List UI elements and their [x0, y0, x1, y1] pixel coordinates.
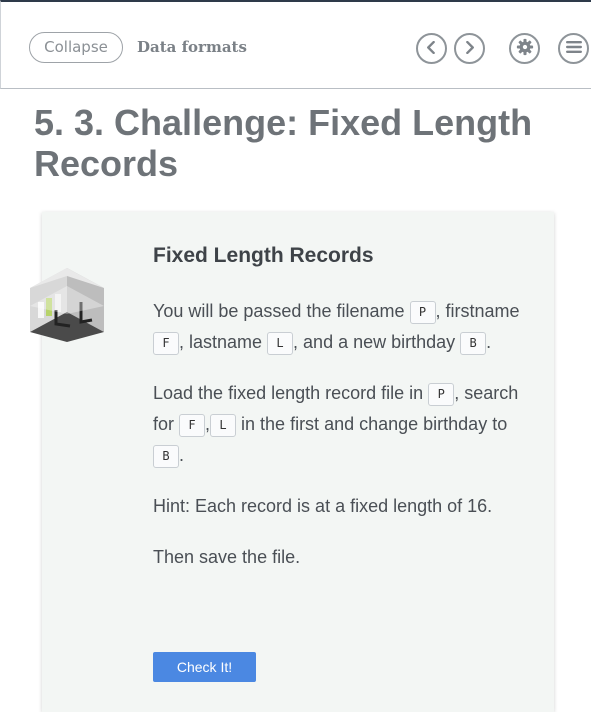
param-chip: P [428, 383, 455, 406]
breadcrumb[interactable]: Data formats [137, 38, 247, 56]
card-title: Fixed Length Records [153, 244, 374, 267]
page-title: 5. 3. Challenge: Fixed Length Records [34, 102, 533, 184]
instruction-paragraph-4: Then save the file. [153, 547, 301, 567]
check-it-button[interactable]: Check It! [153, 652, 256, 682]
param-chip: F [179, 414, 206, 437]
next-button[interactable] [454, 33, 485, 64]
settings-button[interactable] [509, 33, 540, 64]
instruction-paragraph-1: You will be passed the filename P, first… [153, 296, 533, 358]
param-chip: P [409, 301, 436, 324]
gear-icon [516, 38, 534, 60]
previous-button[interactable] [416, 33, 447, 64]
hint-paragraph: Hint: Each record is at a fixed length o… [153, 496, 493, 516]
menu-button[interactable] [558, 33, 589, 64]
param-chip: F [153, 332, 179, 355]
chevron-left-icon [425, 39, 438, 58]
instruction-paragraph-2: Load the fixed length record file in P, … [153, 378, 533, 471]
param-chip: B [153, 445, 179, 468]
instructions: You will be passed the filename P, first… [153, 296, 533, 593]
menu-icon [565, 39, 583, 58]
param-chip: L [210, 414, 237, 437]
collapse-button[interactable]: Collapse [29, 32, 123, 63]
challenge-room-icon [26, 250, 108, 342]
top-toolbar: Collapse Data formats [0, 0, 591, 89]
param-chip: B [460, 332, 487, 355]
param-chip: L [267, 332, 294, 355]
chevron-right-icon [463, 39, 476, 58]
